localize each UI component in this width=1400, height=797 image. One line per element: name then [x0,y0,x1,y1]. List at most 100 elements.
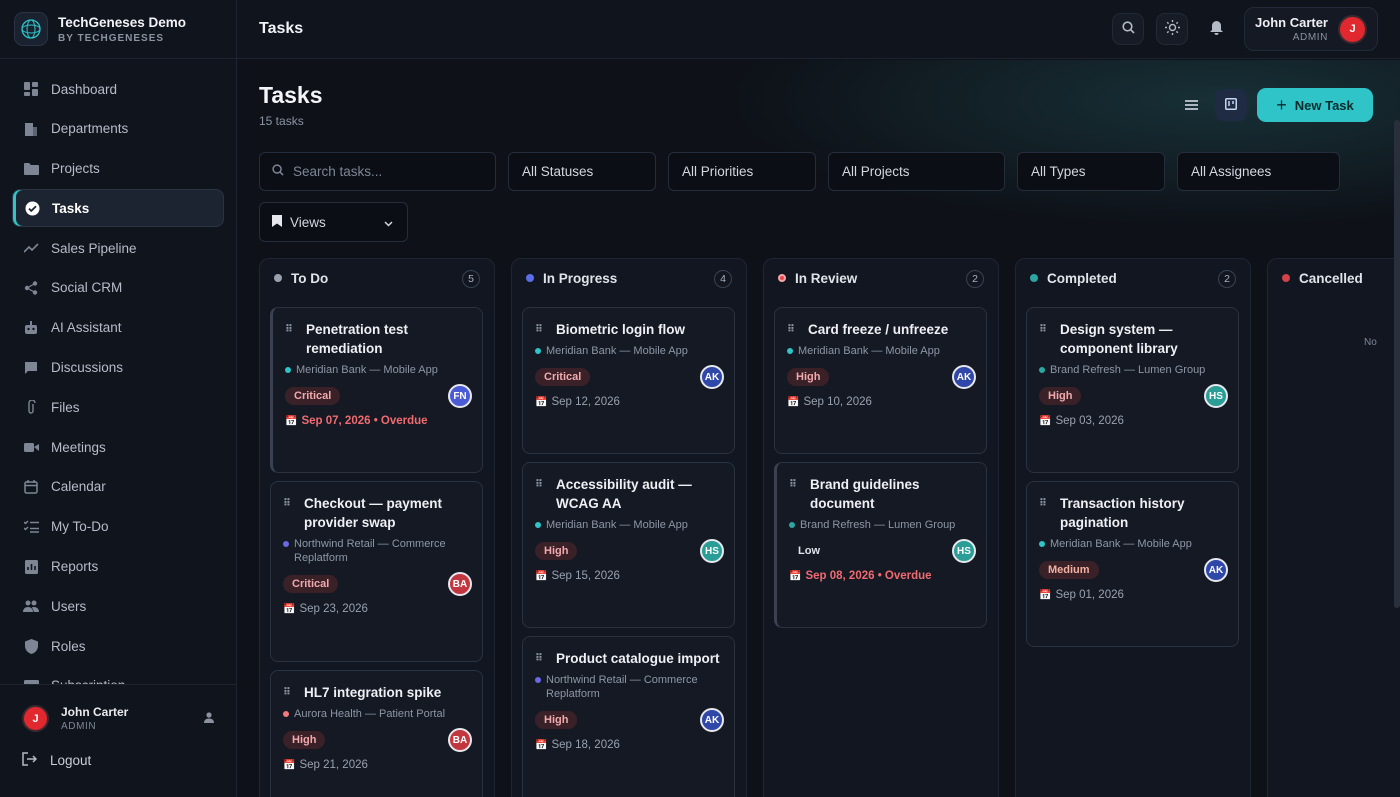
drag-handle-icon[interactable]: ⠿ [283,683,292,702]
sidebar-item-calendar[interactable]: Calendar [12,468,224,506]
sidebar-item-discussions[interactable]: Discussions [12,349,224,387]
sidebar-item-label: Sales Pipeline [51,240,137,256]
sidebar-item-social-crm[interactable]: Social CRM [12,269,224,307]
task-card[interactable]: ⠿ Transaction history pagination Meridian… [1026,481,1239,647]
list-view-button[interactable] [1175,89,1207,121]
sidebar-item-my-to-do[interactable]: My To-Do [12,508,224,546]
sidebar-item-roles[interactable]: Roles [12,627,224,665]
type-filter[interactable]: All Types [1017,152,1165,191]
task-project: Meridian Bank — Mobile App [546,345,688,357]
robot-icon [23,320,39,336]
theme-toggle-button[interactable] [1156,13,1189,45]
drag-handle-icon[interactable]: ⠿ [789,475,798,513]
drag-handle-icon[interactable]: ⠿ [1039,494,1048,532]
task-title: Brand guidelines document [810,477,920,511]
drag-handle-icon[interactable]: ⠿ [1039,320,1048,358]
column-title: Cancelled [1299,270,1363,286]
checklist-icon [23,519,39,535]
list-icon [1184,98,1198,113]
scrollbar[interactable] [1394,120,1400,608]
task-count: 15 tasks [259,114,304,128]
chat-icon [23,360,39,376]
drag-handle-icon[interactable]: ⠿ [285,320,294,358]
due-date: Sep 08, 2026 • Overdue [805,570,932,582]
user-menu[interactable]: John Carter ADMIN J [1244,7,1378,51]
drag-handle-icon[interactable]: ⠿ [283,494,292,532]
sidebar-item-label: Files [51,399,80,415]
task-card[interactable]: ⠿ Product catalogue import Northwind Reta… [522,636,735,797]
assignee-filter[interactable]: All Assignees [1177,152,1340,191]
project-dot [535,677,541,683]
sidebar-item-meetings[interactable]: Meetings [12,428,224,466]
sidebar-item-label: Reports [51,559,99,575]
due-date: Sep 15, 2026 [551,570,620,582]
building-icon [23,121,39,137]
new-task-button[interactable]: + New Task [1257,88,1373,122]
task-project: Brand Refresh — Lumen Group [800,519,956,531]
due-date: Sep 23, 2026 [299,603,368,615]
assignee-avatar: HS [700,539,724,563]
notifications-button[interactable] [1200,13,1232,45]
search-icon [1121,21,1135,37]
priority-filter[interactable]: All Priorities [668,152,816,191]
priority-badge: Medium [1039,561,1099,579]
sidebar-item-sales-pipeline[interactable]: Sales Pipeline [12,229,224,267]
topbar-title: Tasks [259,20,304,37]
sidebar-item-reports[interactable]: Reports [12,548,224,586]
drag-handle-icon[interactable]: ⠿ [535,475,544,513]
sidebar-item-departments[interactable]: Departments [12,110,224,148]
topbar: Tasks John Carter ADMIN J [237,0,1400,59]
priority-badge: High [535,711,578,729]
sidebar-item-users[interactable]: Users [12,587,224,625]
column-count: 2 [966,270,984,288]
priority-badge: Low [798,545,820,557]
calendar-icon [23,479,39,495]
task-card[interactable]: ⠿ Design system — component library Brand… [1026,307,1239,473]
task-title: HL7 integration spike [304,685,442,700]
column-title: To Do [291,270,329,286]
sidebar-item-tasks[interactable]: Tasks [12,189,224,228]
bookmark-icon [272,214,282,230]
task-project: Aurora Health — Patient Portal [294,708,446,720]
search-input[interactable]: Search tasks... [259,152,496,191]
board-view-button[interactable] [1215,89,1247,121]
main-content: Tasks 15 tasks + New Task Search tasks...… [237,60,1400,797]
brand-name: TechGeneses Demo [58,14,187,30]
assignee-avatar: AK [952,365,976,389]
task-card[interactable]: ⠿ Checkout — payment provider swap Northw… [270,481,483,662]
project-dot [1039,367,1045,373]
task-card[interactable]: ⠿ Card freeze / unfreeze Meridian Bank — … [774,307,987,454]
logout-button[interactable]: Logout [0,732,236,769]
sidebar-item-files[interactable]: Files [12,388,224,426]
search-button[interactable] [1112,13,1145,45]
task-project: Brand Refresh — Lumen Group [1050,364,1206,376]
task-card[interactable]: ⠿ Accessibility audit — WCAG AA Meridian … [522,462,735,628]
user-name: John Carter [61,705,129,719]
sidebar-item-projects[interactable]: Projects [12,150,224,188]
drag-handle-icon[interactable]: ⠿ [787,320,796,339]
calendar-icon: 📅 [787,396,800,408]
task-title: Biometric login flow [556,322,686,337]
task-card[interactable]: ⠿ Biometric login flow Meridian Bank — Mo… [522,307,735,454]
task-card[interactable]: ⠿ Penetration test remediation Meridian B… [270,307,483,473]
profile-icon[interactable] [204,711,214,726]
avatar[interactable]: J [22,705,49,732]
project-filter[interactable]: All Projects [828,152,1005,191]
views-label: Views [290,214,326,230]
task-title: Checkout — payment provider swap [304,496,443,530]
task-project: Northwind Retail — Commerce Replatform [294,538,446,564]
kanban-icon [1225,97,1237,113]
task-card[interactable]: ⠿ Brand guidelines document Brand Refresh… [774,462,987,628]
sidebar-item-ai-assistant[interactable]: AI Assistant [12,309,224,347]
drag-handle-icon[interactable]: ⠿ [535,320,544,339]
views-dropdown[interactable]: Views [259,202,408,242]
video-icon [23,439,39,455]
status-filter[interactable]: All Statuses [508,152,656,191]
sidebar-item-label: Roles [51,638,86,654]
task-title: Penetration test remediation [306,322,409,356]
status-dot [274,274,282,282]
sidebar-item-dashboard[interactable]: Dashboard [12,70,224,108]
drag-handle-icon[interactable]: ⠿ [535,649,544,668]
task-card[interactable]: ⠿ HL7 integration spike Aurora Health — P… [270,670,483,797]
board-column-completed: Completed 2 ⠿ Design system — component li… [1015,258,1251,797]
